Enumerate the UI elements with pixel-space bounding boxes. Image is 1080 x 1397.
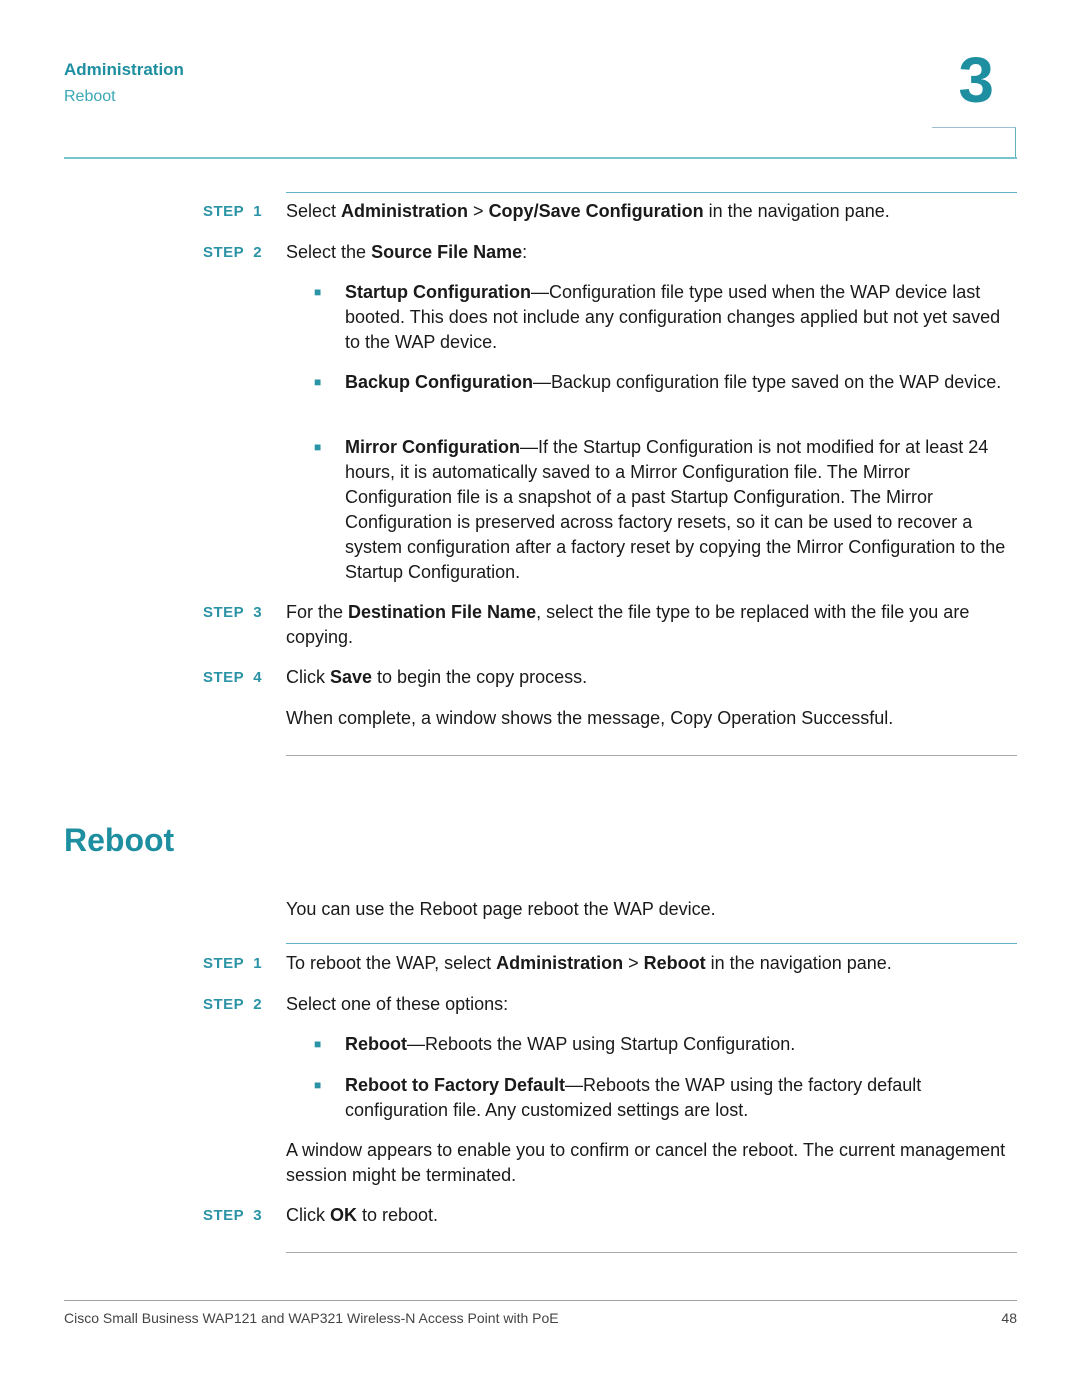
completion-note: When complete, a window shows the messag… xyxy=(286,708,894,728)
emphasis-term: Administration xyxy=(496,953,624,973)
text-run: > xyxy=(623,953,644,973)
chapter-number: 3 xyxy=(958,44,994,116)
text-run: Select xyxy=(286,201,342,221)
chapter-title: Administration xyxy=(64,60,184,79)
text-run: Select one of these options: xyxy=(286,994,509,1014)
bullet-square-icon: ■ xyxy=(314,375,322,389)
text-run: For the xyxy=(286,602,349,622)
step-text: For the Destination File Name, select th… xyxy=(286,600,1017,650)
step-label: STEP 2 xyxy=(203,996,263,1013)
bullet-desc: —Reboots the WAP using Startup Configura… xyxy=(407,1034,796,1054)
bullet-term: Mirror Configuration xyxy=(345,437,520,457)
step-label: STEP 1 xyxy=(203,203,263,220)
text-run: > xyxy=(468,201,489,221)
step-text: Select Administration > Copy/Save Config… xyxy=(286,199,1017,224)
bullet-term: Startup Configuration xyxy=(345,282,531,302)
step-label: STEP 4 xyxy=(203,669,263,686)
emphasis-term: Save xyxy=(330,667,373,687)
text-run: Select the xyxy=(286,242,372,262)
text-run: in the navigation pane. xyxy=(703,201,890,221)
bullet-term: Backup Configuration xyxy=(345,372,533,392)
step-label: STEP 1 xyxy=(203,955,263,972)
page-number: 48 xyxy=(1001,1310,1017,1326)
step-text: Select one of these options: xyxy=(286,992,1017,1017)
text-run: Click xyxy=(286,667,330,687)
bullet-text: Startup Configuration—Configuration file… xyxy=(345,280,1017,355)
text-run: to reboot. xyxy=(357,1205,439,1225)
reboot-intro: You can use the Reboot page reboot the W… xyxy=(286,899,716,919)
procedure-end-rule xyxy=(286,755,1017,756)
text-run: to begin the copy process. xyxy=(372,667,588,687)
text-run: : xyxy=(522,242,528,262)
bullet-desc: —Backup configuration file type saved on… xyxy=(533,372,1002,392)
footer-title: Cisco Small Business WAP121 and WAP321 W… xyxy=(64,1310,559,1326)
procedure-end-rule xyxy=(286,1252,1017,1253)
step-text: Click Save to begin the copy process. xyxy=(286,665,1017,690)
emphasis-term: Reboot xyxy=(643,953,706,973)
section-title: Reboot xyxy=(64,88,116,105)
emphasis-term: Copy/Save Configuration xyxy=(488,201,704,221)
header-divider xyxy=(64,157,1017,159)
step-label: STEP 3 xyxy=(203,1207,263,1224)
step-label: STEP 3 xyxy=(203,604,263,621)
emphasis-term: OK xyxy=(330,1205,357,1225)
step-text: Select the Source File Name: xyxy=(286,240,1017,265)
text-run: To reboot the WAP, select xyxy=(286,953,497,973)
text-run: in the navigation pane. xyxy=(705,953,892,973)
text-run: Click xyxy=(286,1205,330,1225)
step-text: To reboot the WAP, select Administration… xyxy=(286,951,1017,976)
footer-divider xyxy=(64,1300,1017,1301)
bullet-term: Reboot to Factory Default xyxy=(345,1075,566,1095)
step-label: STEP 2 xyxy=(203,244,263,261)
bullet-square-icon: ■ xyxy=(314,1037,322,1051)
procedure-start-rule xyxy=(286,943,1017,944)
emphasis-term: Source File Name xyxy=(371,242,523,262)
emphasis-term: Administration xyxy=(341,201,469,221)
emphasis-term: Destination File Name xyxy=(348,602,537,622)
bullet-text: Backup Configuration—Backup configuratio… xyxy=(345,370,1017,395)
reboot-heading: Reboot xyxy=(64,822,175,858)
bullet-text: Mirror Configuration—If the Startup Conf… xyxy=(345,435,1017,585)
confirm-note: A window appears to enable you to confir… xyxy=(286,1140,1006,1185)
bullet-square-icon: ■ xyxy=(314,285,322,299)
bullet-square-icon: ■ xyxy=(314,1078,322,1092)
chapter-tab-decoration xyxy=(932,127,1016,157)
procedure-start-rule xyxy=(286,192,1017,193)
step-text: Click OK to reboot. xyxy=(286,1203,1017,1228)
bullet-square-icon: ■ xyxy=(314,440,322,454)
bullet-text: Reboot—Reboots the WAP using Startup Con… xyxy=(345,1032,1017,1057)
bullet-term: Reboot xyxy=(345,1034,407,1054)
bullet-desc: —If the Startup Configuration is not mod… xyxy=(345,437,1006,582)
bullet-text: Reboot to Factory Default—Reboots the WA… xyxy=(345,1073,1017,1123)
